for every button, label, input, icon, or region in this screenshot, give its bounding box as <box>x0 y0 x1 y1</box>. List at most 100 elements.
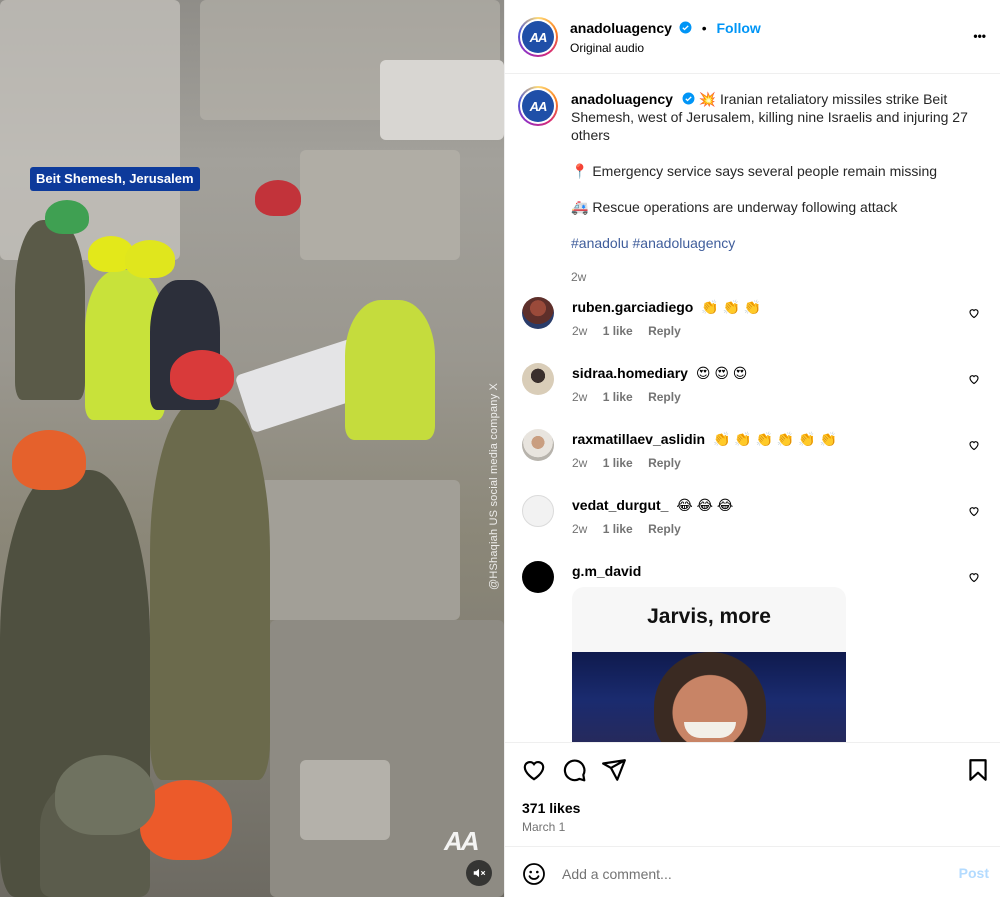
emoji-picker-icon[interactable] <box>522 862 546 886</box>
orange-helmet <box>12 430 86 490</box>
credit-watermark: @HShaqiah US social media company X <box>488 382 500 590</box>
save-bookmark-icon[interactable] <box>965 757 991 783</box>
pin-emoji: 📍 <box>571 163 589 179</box>
audio-link[interactable]: Original audio <box>570 41 644 55</box>
post-date: March 1 <box>522 820 566 834</box>
comment-item: sidraa.homediary 😍 😍 😍 2w 1 like Reply <box>522 363 992 423</box>
avatar[interactable] <box>522 363 554 395</box>
comment-like-count[interactable]: 1 like <box>603 324 633 338</box>
olive-helmet <box>55 755 155 835</box>
avatar[interactable] <box>522 429 554 461</box>
comment-like-count[interactable]: 1 like <box>603 522 633 536</box>
post-panel: AA anadoluagency • Follow Original audio… <box>504 0 1000 897</box>
more-options-icon[interactable]: ••• <box>973 24 986 46</box>
avatar[interactable] <box>522 297 554 329</box>
rubble-shape <box>300 150 460 260</box>
post-comment-button[interactable]: Post <box>959 865 989 881</box>
avatar[interactable] <box>522 495 554 527</box>
caption-timestamp: 2w <box>571 270 587 284</box>
red-helmet <box>255 180 301 216</box>
aa-logo: AA <box>522 21 554 53</box>
verified-badge-icon <box>682 92 695 105</box>
avatar[interactable] <box>522 561 554 593</box>
comment-image-card[interactable]: Jarvis, more <box>572 587 846 742</box>
caption-text: anadoluagency 💥 Iranian retaliatory miss… <box>571 90 971 252</box>
soldier-figure <box>150 400 270 780</box>
comment-time: 2w <box>572 390 588 404</box>
verified-badge-icon <box>679 21 692 34</box>
comment-like-count[interactable]: 1 like <box>603 390 633 404</box>
caption-line-rescue: 🚑 Rescue operations are underway followi… <box>571 198 971 216</box>
rubble-shape <box>380 60 504 140</box>
comment-username[interactable]: raxmatillaev_aslidin <box>572 431 705 447</box>
caption-line-3: Rescue operations are underway following… <box>592 199 898 215</box>
comment-meta: 2w 1 like Reply <box>572 522 693 536</box>
comment-input[interactable] <box>562 860 942 888</box>
hashtag-anadolu[interactable]: #anadolu <box>571 235 629 251</box>
comment-content: raxmatillaev_aslidin 👏 👏 👏 👏 👏 👏 <box>572 431 837 448</box>
comment-item: ruben.garciadiego 👏 👏 👏 2w 1 like Reply <box>522 297 992 357</box>
speaker-muted-glyph <box>473 868 486 878</box>
ambulance-emoji: 🚑 <box>571 199 589 215</box>
comment-bubble-icon[interactable] <box>561 757 587 783</box>
card-meme-caption: Jarvis, more <box>647 605 771 628</box>
comment-text: 😍 😍 😍 <box>695 365 748 381</box>
comment-content: ruben.garciadiego 👏 👏 👏 <box>572 299 761 316</box>
caption-username[interactable]: anadoluagency <box>571 91 673 107</box>
location-tag: Beit Shemesh, Jerusalem <box>30 167 200 191</box>
like-comment-heart-icon[interactable] <box>968 571 980 583</box>
rescuer-figure <box>345 300 435 440</box>
reply-button[interactable]: Reply <box>648 390 681 404</box>
comment-username[interactable]: ruben.garciadiego <box>572 299 693 315</box>
comment-composer: Post <box>505 846 1000 897</box>
hashtag-anadoluagency[interactable]: #anadoluagency <box>633 235 736 251</box>
post-video[interactable]: Beit Shemesh, Jerusalem @HShaqiah US soc… <box>0 0 504 897</box>
rubble-shape <box>300 760 390 840</box>
aa-watermark: AA <box>444 826 480 856</box>
comment-meta: 2w 1 like Reply <box>572 324 693 338</box>
comment-username[interactable]: g.m_david <box>572 563 641 579</box>
more-options-label: ••• <box>973 29 986 43</box>
comment-time: 2w <box>572 324 588 338</box>
comment-like-count[interactable]: 1 like <box>603 456 633 470</box>
comments-section[interactable]: AA anadoluagency 💥 Iranian retaliatory m… <box>505 74 1000 742</box>
like-comment-heart-icon[interactable] <box>968 505 980 517</box>
caption-line-missing: 📍 Emergency service says several people … <box>571 162 971 180</box>
card-meme-image <box>572 652 846 742</box>
comment-time: 2w <box>572 522 588 536</box>
rubble-shape <box>260 480 460 620</box>
follow-button[interactable]: Follow <box>717 20 761 36</box>
comment-meta: 2w 1 like Reply <box>572 390 693 404</box>
comment-content: sidraa.homediary 😍 😍 😍 <box>572 365 747 382</box>
meme-smile <box>684 722 736 738</box>
like-count[interactable]: 371 likes <box>522 800 580 816</box>
reply-button[interactable]: Reply <box>648 324 681 338</box>
caption-hashtags: #anadolu #anadoluagency <box>571 234 971 252</box>
reply-button[interactable]: Reply <box>648 456 681 470</box>
share-send-icon[interactable] <box>601 757 627 783</box>
reply-button[interactable]: Reply <box>648 522 681 536</box>
comment-text: 👏 👏 👏 <box>701 299 762 315</box>
like-comment-heart-icon[interactable] <box>968 439 980 451</box>
comment-meta: 2w 1 like Reply <box>572 456 693 470</box>
comment-content: vedat_durgut_ 😂 😂 😂 <box>572 497 733 514</box>
red-helmet <box>170 350 234 400</box>
like-comment-heart-icon[interactable] <box>968 307 980 319</box>
header-username[interactable]: anadoluagency <box>570 20 672 36</box>
rubble-shape <box>0 0 180 260</box>
like-comment-heart-icon[interactable] <box>968 373 980 385</box>
action-bar: 371 likes March 1 <box>505 742 1000 846</box>
caption-avatar[interactable]: AA <box>518 86 558 126</box>
comment-username[interactable]: sidraa.homediary <box>572 365 688 381</box>
speaker-muted-icon[interactable] <box>466 860 492 886</box>
person-figure <box>15 220 85 400</box>
comment-text: 😂 😂 😂 <box>676 497 734 513</box>
comment-username[interactable]: vedat_durgut_ <box>572 497 668 513</box>
comment-item: raxmatillaev_aslidin 👏 👏 👏 👏 👏 👏 2w 1 li… <box>522 429 992 489</box>
like-heart-icon[interactable] <box>521 757 547 783</box>
collision-emoji: 💥 <box>698 91 717 107</box>
yellow-helmet <box>125 240 175 278</box>
avatar[interactable]: AA <box>518 17 558 57</box>
comment-text: 👏 👏 👏 👏 👏 👏 <box>712 431 838 447</box>
comment-content: g.m_david <box>572 563 645 579</box>
